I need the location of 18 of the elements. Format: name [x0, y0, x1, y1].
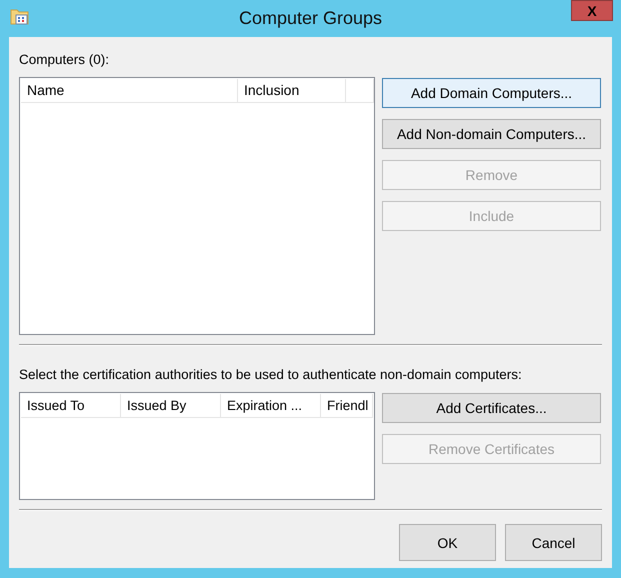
close-button[interactable]: X [571, 0, 613, 21]
certificates-label: Select the certification authorities to be used to authenticate non-domain computers: [19, 366, 523, 384]
column-header[interactable]: Inclusion [238, 79, 346, 103]
column-header[interactable]: Name [21, 79, 238, 103]
ok-button[interactable]: OK [399, 524, 496, 561]
computers-label: Computers (0): [19, 51, 110, 69]
certificates-list[interactable]: Issued To Issued By Expiration ... Friendl [19, 392, 375, 500]
column-header[interactable]: Expiration ... [221, 394, 321, 418]
column-header[interactable] [346, 79, 374, 103]
action-button[interactable]: Add Non-domain Computers... [382, 119, 601, 149]
cancel-button[interactable]: Cancel [505, 524, 602, 561]
column-header[interactable]: Issued To [21, 394, 121, 418]
window-title: Computer Groups [238, 8, 382, 29]
computers-list[interactable]: Name Inclusion [19, 77, 375, 335]
column-header[interactable]: Issued By [121, 394, 221, 418]
column-header[interactable]: Friendl [321, 394, 373, 418]
action-button[interactable]: Add Domain Computers... [382, 78, 601, 108]
action-button[interactable]: Add Certificates... [382, 393, 601, 423]
